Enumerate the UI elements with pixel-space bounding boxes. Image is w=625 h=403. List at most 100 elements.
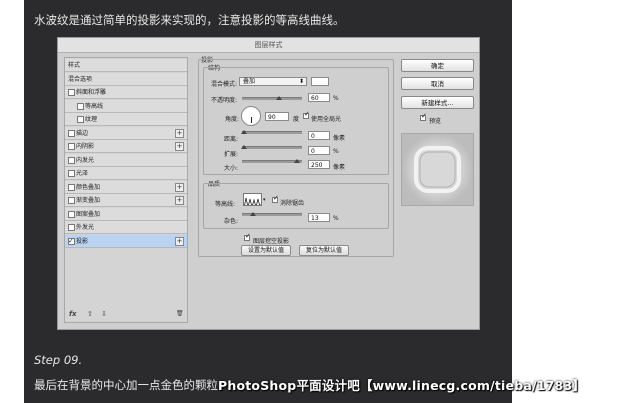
opacity-unit: % (333, 95, 339, 102)
style-checkbox[interactable] (68, 210, 75, 218)
style-checkbox[interactable] (77, 116, 84, 123)
opacity-input[interactable]: 60 (308, 93, 330, 102)
styles-list-item[interactable]: 描边 + (65, 126, 187, 140)
ok-button[interactable]: 确定 (401, 59, 474, 72)
style-preview (401, 133, 474, 206)
blend-mode-value: 叠加 (243, 78, 256, 85)
noise-slider-handle[interactable] (250, 212, 256, 216)
styles-list-item[interactable]: 等高线 (65, 99, 187, 113)
distance-slider[interactable] (242, 131, 302, 134)
spread-label: 扩展: (224, 151, 239, 158)
styles-list-item[interactable]: 混合选项 (65, 72, 187, 86)
style-checkbox[interactable] (68, 183, 75, 191)
reset-default-button[interactable]: 复位为默认值 (299, 245, 349, 256)
style-checkbox[interactable] (68, 129, 75, 137)
blend-mode-select[interactable]: 叠加 ⬍ (239, 77, 307, 86)
preview-label: 预览 (429, 118, 442, 125)
angle-input[interactable]: 90 (265, 112, 289, 121)
spread-unit: % (333, 148, 339, 155)
style-label: 样式 (68, 62, 81, 69)
styles-list-item[interactable]: 光泽 (65, 167, 187, 180)
step-text: 最后在背景的中心加一点金色的颗粒 (34, 378, 218, 392)
angle-unit: 度 (293, 116, 300, 123)
layer-knocks-out-label: 图层挖空投影 (253, 238, 290, 245)
noise-unit: % (333, 215, 339, 222)
style-label: 内阴影 (76, 143, 95, 150)
style-checkbox[interactable] (68, 89, 75, 96)
style-checkbox[interactable] (77, 102, 84, 110)
opacity-label: 不透明度: (211, 97, 238, 104)
styles-list-item[interactable]: 内发光 (65, 153, 187, 167)
style-checkbox[interactable] (68, 235, 75, 248)
styles-list-item[interactable]: 图案叠加 (65, 207, 187, 221)
styles-list-item[interactable]: 样式 (65, 59, 187, 72)
make-default-button[interactable]: 设置为默认值 (241, 245, 291, 256)
move-down-icon[interactable]: ⇩ (101, 310, 107, 318)
style-label: 投影 (76, 237, 89, 245)
add-style-icon[interactable]: + (175, 236, 184, 246)
add-style-icon[interactable]: + (175, 128, 184, 138)
style-checkbox[interactable] (68, 224, 75, 231)
move-up-icon[interactable]: ⇧ (87, 310, 93, 318)
tutorial-top-text: 水波纹是通过简单的投影来实现的，注意投影的等高线曲线。 (34, 13, 345, 27)
distance-input[interactable]: 0 (308, 131, 330, 140)
layer-style-dialog: 图层样式 fx ⇧ ⇩ 🗑 样式 混合选项 斜面和浮雕 等高线 纹理 描边 + 内阴影 + 内发光… (57, 37, 480, 330)
cancel-button[interactable]: 取消 (401, 77, 474, 90)
size-slider[interactable] (242, 160, 302, 163)
chevron-down-icon: ⬍ (298, 78, 304, 85)
step-label: Step 09. (34, 353, 83, 367)
styles-list-item[interactable]: 斜面和浮雕 (65, 86, 187, 99)
trash-icon[interactable]: 🗑 (176, 310, 184, 317)
style-label: 渐变叠加 (76, 197, 101, 204)
distance-label: 距离: (224, 136, 239, 143)
global-light-checkbox[interactable] (303, 110, 310, 119)
size-slider-handle[interactable] (294, 159, 300, 163)
contour-picker[interactable] (243, 193, 262, 206)
preview-thumbnail (402, 134, 473, 205)
style-label: 等高线 (85, 102, 104, 110)
opacity-slider-handle[interactable] (276, 96, 282, 100)
spread-slider[interactable] (242, 146, 302, 149)
spread-input[interactable]: 0 (308, 146, 330, 155)
antialias-checkbox[interactable] (272, 194, 279, 203)
blend-mode-label: 混合模式: (211, 81, 238, 88)
styles-list: fx ⇧ ⇩ 🗑 样式混合选项斜面和浮雕等高线纹理描边 + 内阴影 + 内发光光泽颜色叠… (64, 57, 188, 323)
style-label: 纹理 (85, 116, 98, 123)
style-label: 光泽 (76, 170, 89, 177)
noise-input[interactable]: 13 (308, 213, 330, 222)
spread-slider-handle[interactable] (241, 145, 247, 149)
shadow-color-swatch[interactable] (311, 77, 329, 86)
size-input[interactable]: 250 (308, 160, 330, 169)
style-label: 混合选项 (68, 75, 93, 83)
style-label: 内发光 (76, 156, 95, 164)
size-unit: 像素 (333, 164, 346, 171)
styles-list-item[interactable]: 渐变叠加 + (65, 194, 187, 207)
style-checkbox[interactable] (68, 197, 75, 204)
styles-list-item[interactable]: 内阴影 + (65, 140, 187, 153)
styles-list-item[interactable]: 纹理 (65, 113, 187, 126)
fx-icon[interactable]: fx (69, 310, 77, 318)
angle-label: 角度: (225, 116, 240, 123)
add-style-icon[interactable]: + (175, 142, 184, 151)
watermark: PhotoShop平面设计吧【www.linecg.com/tieba/1783… (218, 378, 586, 393)
new-style-button[interactable]: 新建样式... (401, 96, 474, 109)
style-label: 描边 (76, 129, 89, 137)
style-checkbox[interactable] (68, 170, 75, 177)
add-style-icon[interactable]: + (175, 182, 184, 192)
chevron-down-icon[interactable]: ▾ (263, 197, 266, 203)
opacity-slider[interactable] (242, 97, 302, 100)
style-label: 图案叠加 (76, 210, 101, 218)
style-label: 斜面和浮雕 (76, 89, 107, 96)
distance-slider-handle[interactable] (241, 130, 247, 134)
angle-dial[interactable] (241, 106, 261, 126)
styles-list-footer: fx ⇧ ⇩ 🗑 (65, 308, 187, 322)
style-checkbox[interactable] (68, 156, 75, 164)
style-checkbox[interactable] (68, 143, 75, 150)
styles-list-item[interactable]: 投影 + (65, 234, 187, 248)
preview-checkbox[interactable] (420, 112, 427, 121)
add-style-icon[interactable]: + (175, 196, 184, 205)
styles-list-item[interactable]: 颜色叠加 + (65, 180, 187, 194)
noise-label: 杂色: (224, 218, 239, 225)
layer-knocks-out-checkbox[interactable] (244, 232, 251, 241)
styles-list-item[interactable]: 外发光 (65, 221, 187, 234)
